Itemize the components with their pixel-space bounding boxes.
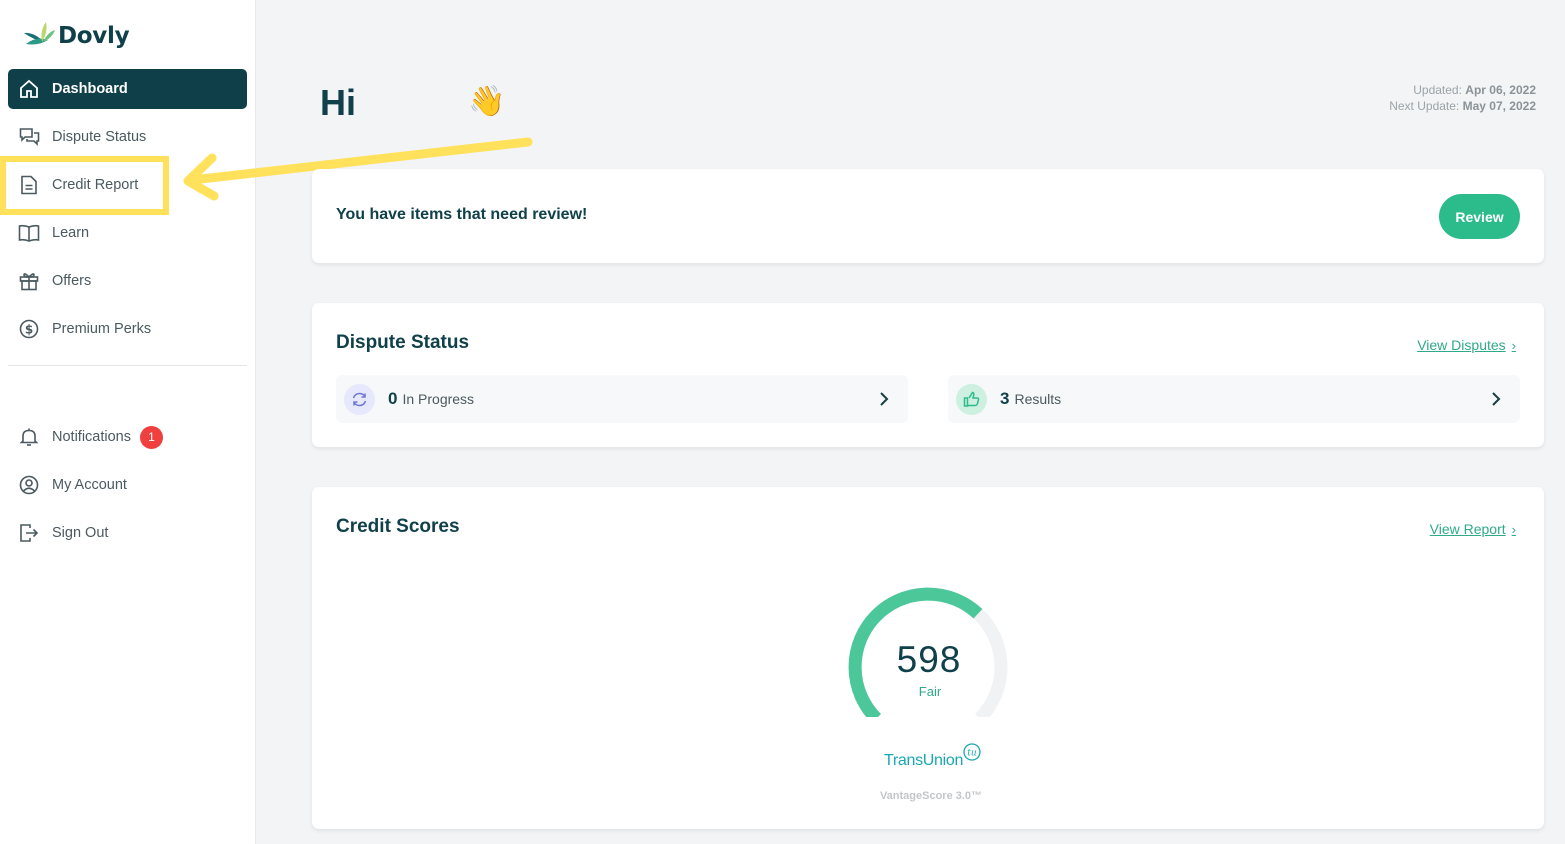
transunion-logo-text: TransUnion: [884, 752, 964, 769]
review-button[interactable]: Review: [1439, 194, 1520, 239]
sidebar-item-sign-out[interactable]: Sign Out: [8, 513, 247, 553]
updated-date: Apr 06, 2022: [1465, 83, 1536, 97]
in-progress-label: In Progress: [402, 391, 475, 407]
sidebar-item-learn[interactable]: Learn: [8, 213, 247, 253]
dispute-status-card: Dispute Status View Disputes › 0 In Prog…: [312, 303, 1544, 447]
update-dates: Updated: Apr 06, 2022 Next Update: May 0…: [1389, 82, 1536, 114]
credit-score-rating: Fair: [918, 684, 942, 699]
book-icon: [18, 222, 40, 244]
brand-name: Dovly: [58, 23, 130, 49]
sidebar-item-label: Learn: [52, 225, 90, 241]
chevron-right-icon: ›: [1511, 337, 1516, 353]
brand-logo[interactable]: Dovly: [22, 20, 130, 52]
credit-score-value: 598: [896, 639, 962, 680]
view-disputes-link[interactable]: View Disputes ›: [1417, 337, 1516, 353]
next-update-label: Next Update:: [1389, 99, 1460, 113]
dispute-status-title: Dispute Status: [336, 332, 470, 353]
credit-report-highlight: [0, 156, 169, 215]
review-message: You have items that need review!: [336, 206, 588, 223]
chevron-right-icon: [1492, 392, 1501, 406]
view-report-label: View Report: [1429, 521, 1506, 537]
sidebar-item-dashboard[interactable]: Dashboard: [8, 69, 247, 109]
wave-emoji: 👋: [468, 85, 506, 118]
credit-scores-title: Credit Scores: [336, 516, 460, 537]
sidebar-item-premium-perks[interactable]: $ Premium Perks: [8, 309, 247, 349]
dollar-circle-icon: $: [18, 318, 40, 340]
page-greeting: Hi: [320, 82, 356, 123]
home-icon: [18, 78, 40, 100]
refresh-icon: [344, 383, 375, 415]
bell-icon: [18, 426, 40, 448]
sidebar-item-offers[interactable]: Offers: [8, 261, 247, 301]
review-card: You have items that need review! Review: [312, 169, 1544, 263]
sign-out-icon: [18, 522, 40, 544]
notification-count-badge: 1: [139, 425, 163, 449]
sidebar-divider: [8, 365, 247, 366]
sidebar-item-label: My Account: [52, 477, 127, 493]
thumbs-up-icon: [956, 383, 987, 415]
chevron-right-icon: [880, 392, 889, 406]
in-progress-status[interactable]: 0 In Progress: [336, 375, 908, 423]
chat-bubbles-icon: [18, 126, 40, 148]
transunion-logo-mark: tu: [967, 749, 977, 759]
view-report-link[interactable]: View Report ›: [1430, 521, 1516, 537]
sidebar-item-label: Notifications: [52, 429, 131, 445]
sidebar-item-label: Dashboard: [52, 81, 128, 97]
dovly-logo-icon: [24, 22, 55, 45]
sidebar-item-label: Sign Out: [52, 525, 109, 541]
sidebar: Dovly Dashboard Dispute Status Credit Re…: [0, 0, 256, 844]
sidebar-item-my-account[interactable]: My Account: [8, 465, 247, 505]
chevron-right-icon: ›: [1511, 521, 1516, 537]
sidebar-item-notifications[interactable]: Notifications 1: [8, 417, 247, 457]
results-status[interactable]: 3 Results: [948, 375, 1520, 423]
score-model-label: VantageScore 3.0™: [879, 790, 983, 802]
sidebar-item-label: Offers: [52, 273, 92, 289]
results-label: Results: [1014, 391, 1062, 407]
sidebar-item-label: Dispute Status: [52, 129, 147, 145]
in-progress-count: 0: [388, 389, 398, 408]
next-update-date: May 07, 2022: [1462, 99, 1536, 113]
view-disputes-label: View Disputes: [1417, 337, 1506, 353]
gift-icon: [18, 270, 40, 292]
transunion-logo-icon: tu: [963, 743, 981, 761]
sidebar-item-label: Premium Perks: [52, 321, 152, 337]
svg-text:$: $: [25, 323, 33, 337]
results-count: 3: [1000, 389, 1010, 408]
credit-scores-card: Credit Scores View Report › 598 Fair Tra…: [312, 487, 1544, 829]
updated-label: Updated:: [1413, 83, 1462, 97]
user-circle-icon: [18, 474, 40, 496]
